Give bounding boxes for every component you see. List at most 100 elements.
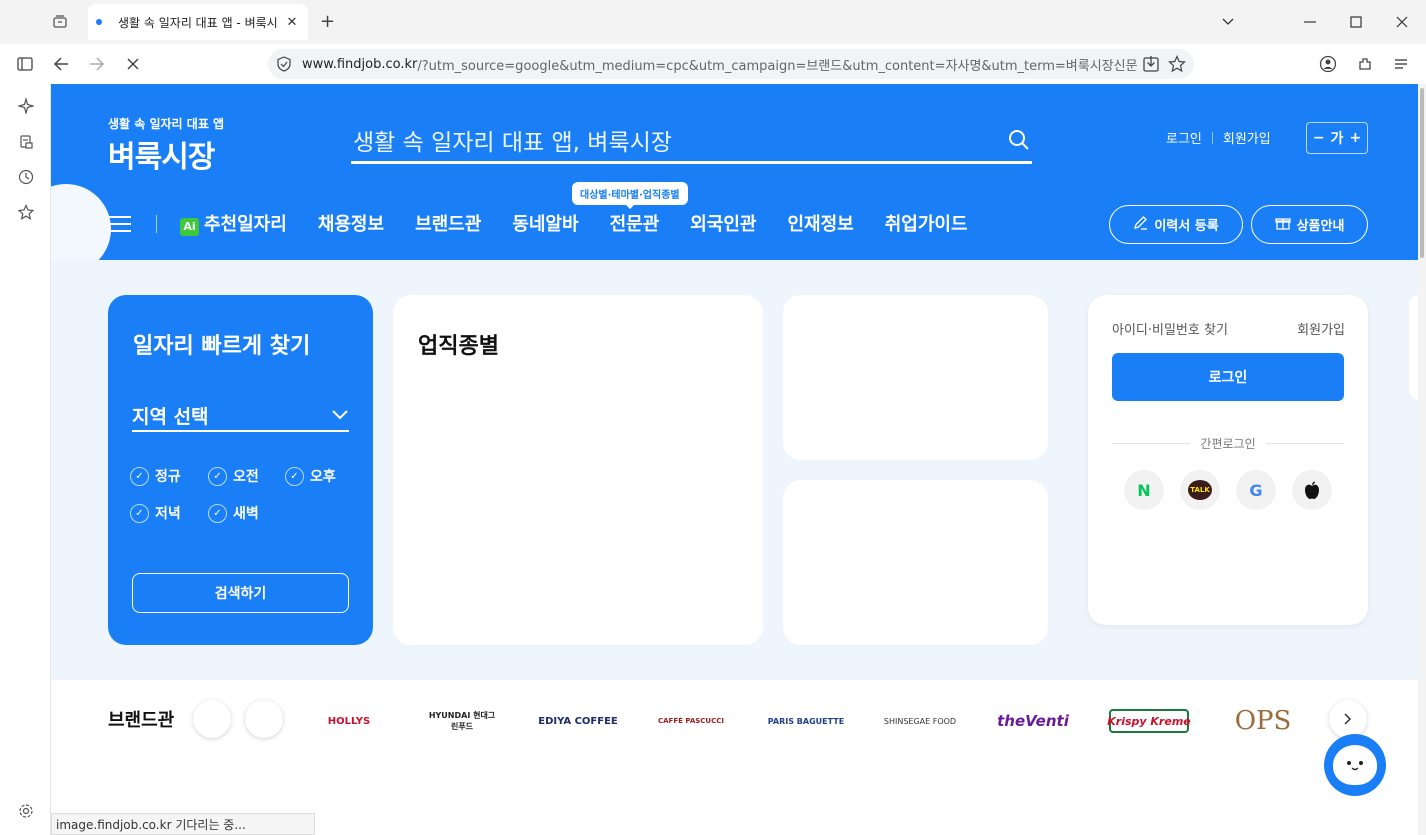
brand-theventi[interactable]: theVenti <box>993 704 1073 738</box>
signup-link[interactable]: 회원가입 <box>1223 128 1271 147</box>
job-category-title: 업직종별 <box>418 334 499 359</box>
option-afternoon[interactable]: ✓ 오후 <box>285 466 336 486</box>
brand-section: 브랜드관 HOLLYS HYUNDAI 현대그린푸드 EDIYA COFFEE … <box>51 680 1426 835</box>
brand-paris-baguette[interactable]: PARIS BAGUETTE <box>761 704 851 738</box>
nav-item-specialty[interactable]: 전문관 <box>610 210 660 236</box>
check-icon: ✓ <box>130 466 149 486</box>
close-tab-icon[interactable]: ✕ <box>284 15 300 30</box>
product-info-button[interactable]: 상품안내 <box>1251 205 1368 244</box>
ai-badge-icon: Ai <box>180 217 199 236</box>
pencil-icon <box>1133 215 1148 234</box>
minimize-icon[interactable] <box>1298 10 1322 34</box>
login-link[interactable]: 로그인 <box>1166 128 1202 147</box>
url-path: /?utm_source=google&utm_medium=cpc&utm_c… <box>417 58 1138 74</box>
option-regular[interactable]: ✓ 정규 <box>130 466 181 486</box>
check-icon: ✓ <box>285 466 304 486</box>
search-input[interactable]: 생활 속 일자리 대표 앱, 벼룩시장 <box>351 118 1032 164</box>
site-logo[interactable]: 벼룩시장 <box>108 132 215 176</box>
page-scrollbar[interactable] <box>1418 84 1426 835</box>
search-button[interactable]: 검색하기 <box>132 573 349 613</box>
social-login-group: N TALK G <box>1124 470 1332 510</box>
status-bar: image.findjob.co.kr 기다리는 중... <box>51 813 315 835</box>
web-page: 생활 속 일자리 대표 앱 벼룩시장 생활 속 일자리 대표 앱, 벼룩시장 로… <box>51 84 1426 835</box>
brand-shinsegae-food[interactable]: SHINSEGAE FOOD <box>877 704 963 738</box>
main-section: 일자리 빠르게 찾기 지역 선택 ✓ 정규 ✓ 오전 ✓ 오후 ✓ 저녁 ✓ 새벽 검색하… <box>51 260 1426 680</box>
address-bar[interactable]: www.findjob.co.kr/?utm_source=google&utm… <box>268 49 1194 79</box>
loading-dot-icon <box>96 19 102 25</box>
brand-hyundai-greenfood[interactable]: HYUNDAI 현대그린푸드 <box>427 704 497 738</box>
resume-register-button[interactable]: 이력서 등록 <box>1109 205 1243 244</box>
search-icon[interactable] <box>1006 127 1032 153</box>
nav-item-brands[interactable]: 브랜드관 <box>415 210 481 236</box>
back-icon[interactable] <box>49 52 73 76</box>
brand-prev-button[interactable] <box>193 700 231 738</box>
browser-tab[interactable]: 생활 속 일자리 대표 앱 - 벼룩시 ✕ <box>88 4 308 40</box>
banner-card-bottom[interactable] <box>783 480 1048 645</box>
history-icon[interactable] <box>14 165 38 189</box>
option-morning[interactable]: ✓ 오전 <box>208 466 259 486</box>
mascot-face-icon <box>1333 745 1377 785</box>
tab-search-icon[interactable] <box>1216 10 1240 34</box>
bookmark-star-icon[interactable] <box>1168 55 1186 77</box>
maximize-icon[interactable] <box>1344 10 1368 34</box>
brand-krispy-kreme[interactable]: Krispy Kreme <box>1107 709 1191 733</box>
login-button[interactable]: 로그인 <box>1112 353 1344 401</box>
option-evening[interactable]: ✓ 저녁 <box>130 503 181 523</box>
account-links: 로그인 회원가입 <box>1166 128 1271 147</box>
option-dawn[interactable]: ✓ 새벽 <box>208 503 259 523</box>
nav-item-jobs[interactable]: 채용정보 <box>318 210 384 236</box>
chevron-down-icon <box>331 404 349 426</box>
search-placeholder: 생활 속 일자리 대표 앱, 벼룩시장 <box>353 129 672 156</box>
nav-item-guide[interactable]: 취업가이드 <box>885 210 968 236</box>
new-tab-icon[interactable]: + <box>320 11 335 32</box>
brand-hollys[interactable]: HOLLYS <box>319 704 379 738</box>
favorites-icon[interactable] <box>14 200 38 224</box>
window-close-icon[interactable] <box>1390 10 1414 34</box>
chatbot-mascot-icon[interactable] <box>1324 734 1386 796</box>
naver-login-icon[interactable]: N <box>1124 470 1164 510</box>
profile-icon[interactable] <box>1316 52 1340 76</box>
brand-ops[interactable]: OPS <box>1221 704 1305 738</box>
kakao-login-icon[interactable]: TALK <box>1180 470 1220 510</box>
install-app-icon[interactable] <box>1142 55 1160 77</box>
menu-icon[interactable] <box>1389 52 1413 76</box>
brand-pascucci[interactable]: CAFFÈ PASCUCCI <box>656 704 726 738</box>
quick-search-title: 일자리 빠르게 찾기 <box>133 334 311 359</box>
google-login-icon[interactable]: G <box>1236 470 1276 510</box>
font-size-control[interactable]: − 가 + <box>1306 122 1368 154</box>
copilot-icon[interactable] <box>14 94 38 118</box>
font-decrease-button[interactable]: − <box>1313 130 1325 146</box>
easy-login-divider: 간편로그인 <box>1112 435 1345 452</box>
brand-ediya[interactable]: EDIYA COFFEE <box>533 704 623 738</box>
font-increase-button[interactable]: + <box>1349 130 1361 146</box>
hamburger-menu-icon[interactable] <box>109 212 131 236</box>
main-nav: Ai 추천일자리 채용정보 브랜드관 동네알바 전문관 외국인관 인재정보 취업가… <box>180 210 968 236</box>
find-account-link[interactable]: 아이디·비밀번호 찾기 <box>1112 319 1228 338</box>
nav-item-foreigner[interactable]: 외국인관 <box>690 210 756 236</box>
nav-item-talent[interactable]: 인재정보 <box>788 210 854 236</box>
extensions-icon[interactable] <box>1353 52 1377 76</box>
tab-title: 생활 속 일자리 대표 앱 - 벼룩시 <box>118 15 278 30</box>
nav-item-local[interactable]: 동네알바 <box>512 210 578 236</box>
collections-icon[interactable] <box>14 130 38 154</box>
site-info-icon[interactable] <box>276 56 292 76</box>
settings-gear-icon[interactable] <box>14 799 38 823</box>
sidebar-toggle-icon[interactable] <box>13 52 37 76</box>
region-select[interactable]: 지역 선택 <box>132 400 349 432</box>
forward-icon[interactable] <box>85 52 109 76</box>
stop-icon[interactable] <box>121 52 145 76</box>
quick-search-card: 일자리 빠르게 찾기 지역 선택 ✓ 정규 ✓ 오전 ✓ 오후 ✓ 저녁 ✓ 새벽 검색하… <box>108 295 373 645</box>
nav-item-recommended[interactable]: Ai 추천일자리 <box>180 210 287 236</box>
check-icon: ✓ <box>208 503 227 523</box>
apple-login-icon[interactable] <box>1292 470 1332 510</box>
brand-section-title: 브랜드관 <box>108 710 175 731</box>
banner-card-top[interactable] <box>783 295 1048 460</box>
brand-pause-button[interactable] <box>245 700 283 738</box>
title-bar: 생활 속 일자리 대표 앱 - 벼룩시 ✕ + <box>0 0 1426 44</box>
nav-divider <box>156 215 157 233</box>
browser-window: 생활 속 일자리 대표 앱 - 벼룩시 ✕ + www.findjob.co.k… <box>0 0 1426 835</box>
brand-next-button[interactable] <box>1329 700 1367 738</box>
signup-link[interactable]: 회원가입 <box>1297 319 1345 338</box>
tab-actions-icon[interactable] <box>50 12 70 32</box>
gift-icon <box>1274 215 1291 235</box>
